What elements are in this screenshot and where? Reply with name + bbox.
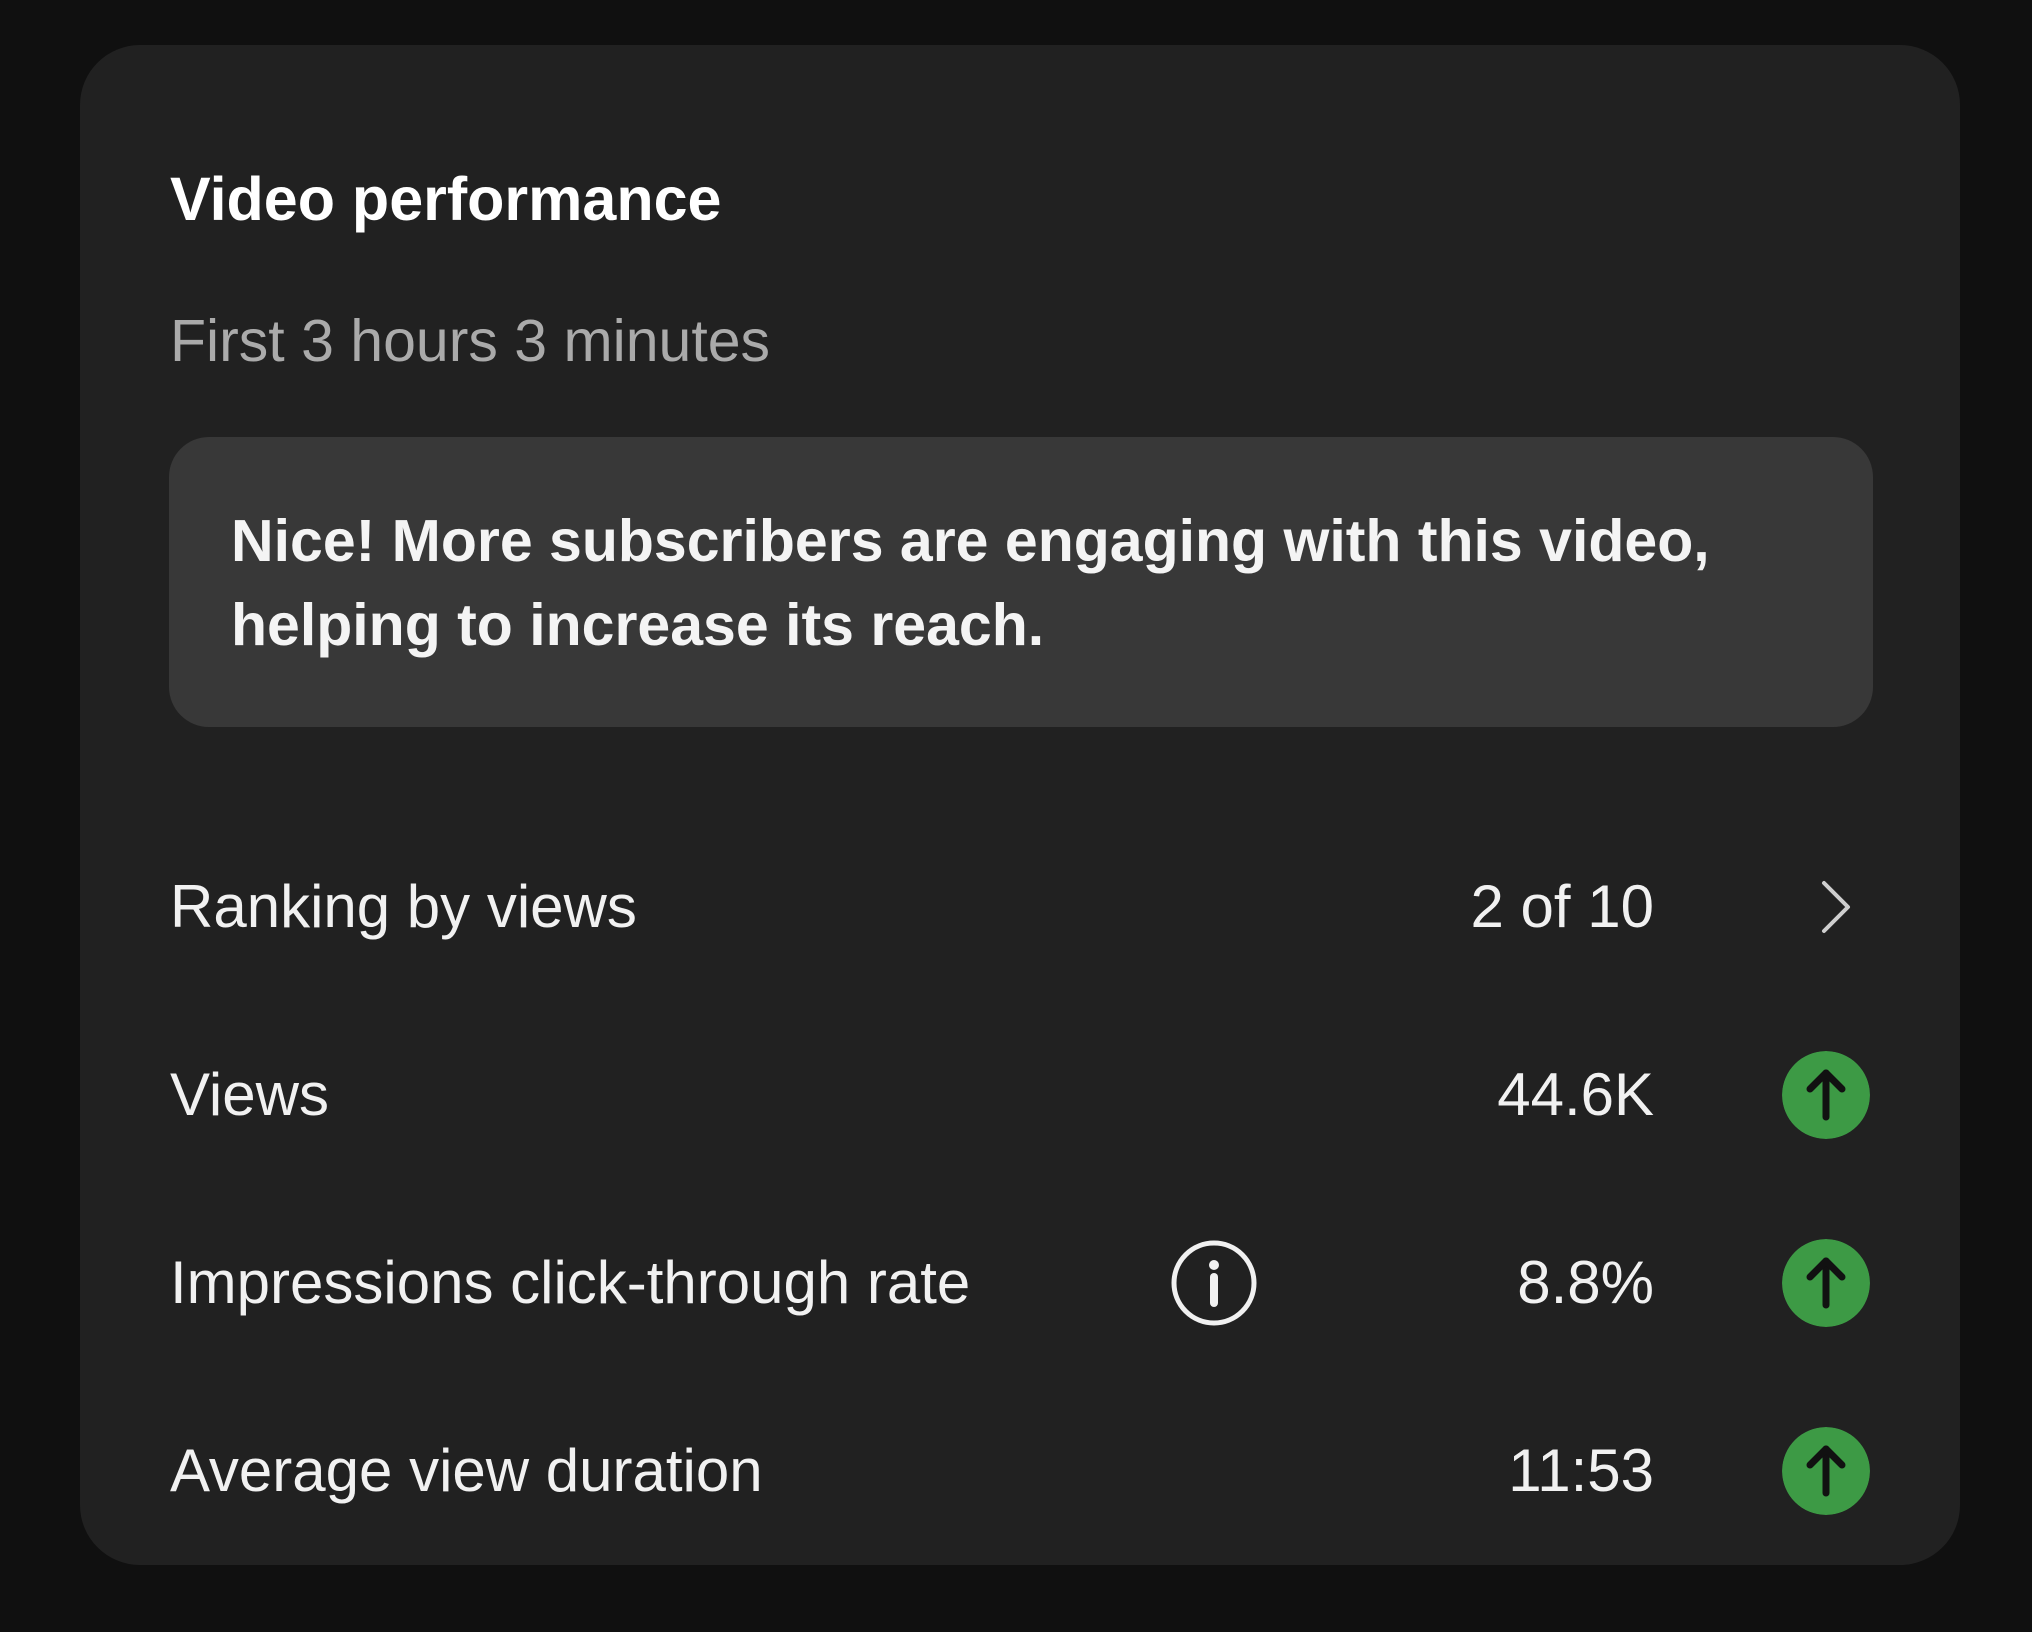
metric-value: 2 of 10 — [1470, 873, 1655, 940]
arrow-up-circle-icon — [1782, 1051, 1870, 1139]
insight-text: Nice! More subscribers are engaging with… — [231, 508, 1710, 658]
metric-label: Views — [170, 1061, 329, 1128]
metric-row-views: Views 44.6K — [170, 1045, 1870, 1145]
metric-label: Average view duration — [170, 1437, 763, 1504]
insight-box: Nice! More subscribers are engaging with… — [169, 437, 1873, 727]
metric-value: 11:53 — [1508, 1437, 1654, 1504]
arrow-up-circle-icon — [1782, 1239, 1870, 1327]
metric-label: Ranking by views — [170, 873, 637, 940]
metric-row-ranking[interactable]: Ranking by views 2 of 10 — [170, 857, 1870, 957]
metric-label: Impressions click-through rate — [170, 1249, 971, 1316]
metric-row-avg-duration: Average view duration 11:53 — [170, 1421, 1870, 1521]
card-subtitle: First 3 hours 3 minutes — [170, 308, 771, 374]
card-title: Video performance — [170, 165, 722, 233]
metric-value: 44.6K — [1497, 1061, 1654, 1128]
video-performance-card: Video performance First 3 hours 3 minute… — [80, 45, 1960, 1565]
info-icon[interactable] — [1170, 1239, 1258, 1327]
arrow-up-circle-icon — [1782, 1427, 1870, 1515]
metric-row-ctr: Impressions click-through rate 8.8% — [170, 1233, 1870, 1333]
metric-value: 8.8% — [1517, 1249, 1654, 1316]
chevron-right-icon[interactable] — [1816, 877, 1856, 937]
